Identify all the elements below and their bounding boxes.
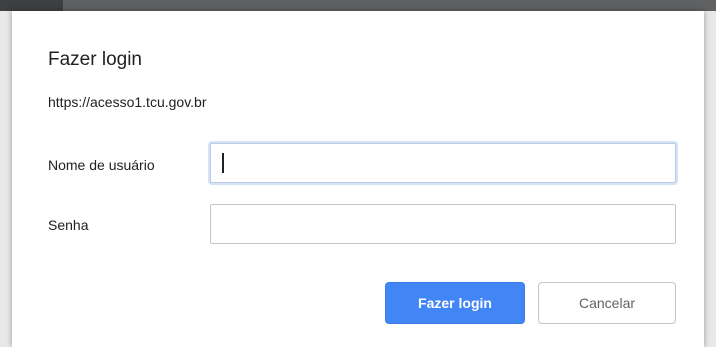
username-input[interactable] bbox=[210, 143, 676, 183]
login-button[interactable]: Fazer login bbox=[385, 282, 525, 324]
site-origin: https://acesso1.tcu.gov.br bbox=[48, 94, 207, 110]
dimmed-page-right bbox=[704, 11, 716, 347]
browser-background-bar bbox=[0, 0, 716, 11]
password-input[interactable] bbox=[210, 204, 676, 244]
login-dialog: Fazer login https://acesso1.tcu.gov.br N… bbox=[12, 11, 704, 347]
dimmed-page-left bbox=[0, 11, 12, 347]
password-label: Senha bbox=[48, 217, 89, 233]
browser-background-tab bbox=[0, 0, 63, 11]
dialog-title: Fazer login bbox=[48, 49, 142, 70]
text-caret bbox=[222, 153, 224, 173]
username-label: Nome de usuário bbox=[48, 157, 155, 173]
cancel-button[interactable]: Cancelar bbox=[538, 282, 676, 324]
